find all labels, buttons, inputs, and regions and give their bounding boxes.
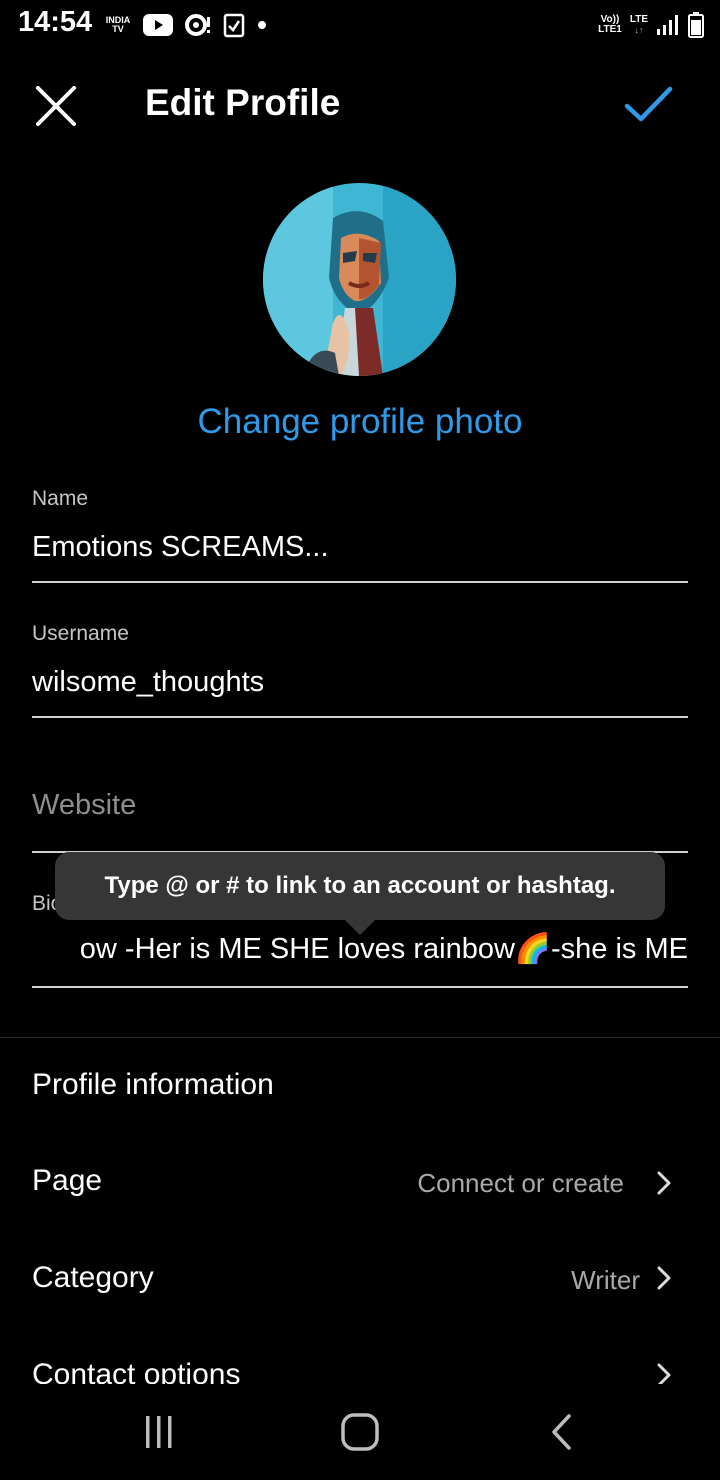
username-input[interactable]: wilsome_thoughts	[32, 666, 264, 699]
avatar-painting-image	[263, 183, 456, 376]
close-icon[interactable]	[30, 80, 82, 132]
change-profile-photo-link[interactable]: Change profile photo	[0, 402, 720, 442]
website-input[interactable]: Website	[32, 789, 136, 822]
recent-apps-icon[interactable]	[141, 1414, 177, 1450]
youtube-icon	[143, 14, 173, 36]
name-input[interactable]: Emotions SCREAMS...	[32, 531, 329, 564]
section-divider	[0, 1037, 720, 1038]
volte-line2: LTE1	[598, 24, 622, 35]
username-label: Username	[32, 622, 129, 645]
bio-input[interactable]: ow -Her is ME SHE loves rainbow🌈-she is …	[32, 932, 688, 976]
profile-avatar[interactable]	[263, 183, 456, 376]
home-icon[interactable]	[340, 1412, 380, 1452]
lte-icon: LTE ↓↑	[629, 14, 648, 36]
confirm-check-icon[interactable]	[620, 80, 676, 128]
notification-dot-icon	[258, 21, 266, 29]
bio-tooltip: Type @ or # to link to an account or has…	[55, 852, 665, 920]
category-row-label: Category	[32, 1261, 154, 1294]
username-underline	[32, 716, 688, 718]
media-notification-icon	[185, 14, 210, 36]
page-title: Edit Profile	[145, 82, 341, 123]
india-tv-icon: INDIA TV	[105, 16, 131, 34]
status-system-icons: Vo)) LTE1 LTE ↓↑	[598, 10, 704, 40]
system-nav-bar	[0, 1384, 720, 1480]
status-notification-icons: INDIA TV	[105, 10, 267, 40]
page-row-value: Connect or create	[417, 1168, 624, 1198]
bio-underline	[32, 986, 688, 988]
name-underline	[32, 581, 688, 583]
page-row-label: Page	[32, 1164, 103, 1197]
task-check-icon	[223, 13, 245, 38]
battery-icon	[688, 12, 704, 38]
bio-value: ow -Her is ME SHE loves rainbow🌈-she is …	[79, 933, 688, 965]
chevron-right-icon	[657, 1171, 671, 1195]
back-icon[interactable]	[548, 1412, 576, 1452]
page-row[interactable]: Page Connect or create	[0, 1150, 720, 1220]
profile-information-title: Profile information	[32, 1068, 274, 1101]
status-time: 14:54	[18, 6, 93, 38]
category-row-value: Writer	[571, 1265, 640, 1295]
lte-label: LTE	[629, 14, 648, 25]
chevron-right-icon	[657, 1266, 671, 1290]
signal-icon	[657, 15, 678, 35]
name-label: Name	[32, 487, 89, 510]
tooltip-tail	[343, 918, 377, 935]
volte-icon: Vo)) LTE1	[598, 15, 622, 35]
india-tv-line2: TV	[112, 24, 124, 34]
category-row[interactable]: Category Writer	[0, 1247, 720, 1317]
